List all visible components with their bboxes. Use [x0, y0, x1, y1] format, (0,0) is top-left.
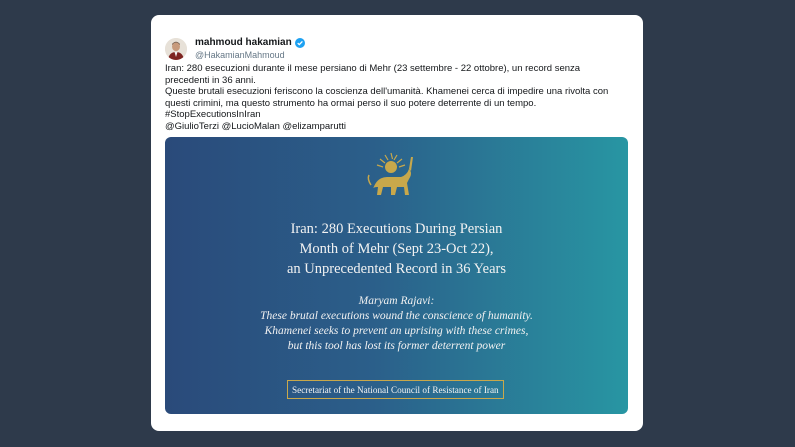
media-quote: Maryam Rajavi: These brutal executions w…: [165, 294, 628, 354]
avatar[interactable]: [165, 38, 187, 60]
display-name[interactable]: mahmoud hakamian: [195, 37, 292, 49]
media-footer-label: Secretariat of the National Council of R…: [287, 380, 504, 399]
quote-author: Maryam Rajavi:: [358, 295, 435, 307]
tweet-media-image[interactable]: Iran: 280 Executions During Persian Mont…: [165, 137, 628, 414]
tweet-line: Queste brutali esecuzioni feriscono la c…: [165, 86, 609, 109]
mention-links[interactable]: @GiulioTerzi @LucioMalan @elizamparutti: [165, 121, 627, 133]
tweet-card[interactable]: mahmoud hakamian @HakamianMahmoud Iran: …: [151, 15, 643, 431]
lion-and-sun-emblem-icon: [367, 152, 413, 195]
tweet-line: Iran: 280 esecuzioni durante il mese per…: [165, 63, 581, 86]
user-handle[interactable]: @HakamianMahmoud: [195, 49, 305, 61]
tweet-text: Iran: 280 esecuzioni durante il mese per…: [165, 63, 627, 133]
headline-line: Month of Mehr (Sept 23-Oct 22),: [299, 241, 494, 257]
quote-line: but this tool has lost its former deterr…: [287, 340, 506, 352]
quote-line: These brutal executions wound the consci…: [260, 310, 533, 322]
headline-line: Iran: 280 Executions During Persian: [290, 221, 503, 237]
media-headline: Iran: 280 Executions During Persian Mont…: [165, 219, 628, 279]
user-avatar-icon: [165, 38, 187, 60]
quote-line: Khamenei seeks to prevent an uprising wi…: [264, 325, 529, 337]
hashtag-link[interactable]: #StopExecutionsInIran: [165, 109, 627, 121]
headline-line: an Unprecedented Record in 36 Years: [286, 261, 507, 277]
verified-badge-icon: [294, 38, 305, 48]
